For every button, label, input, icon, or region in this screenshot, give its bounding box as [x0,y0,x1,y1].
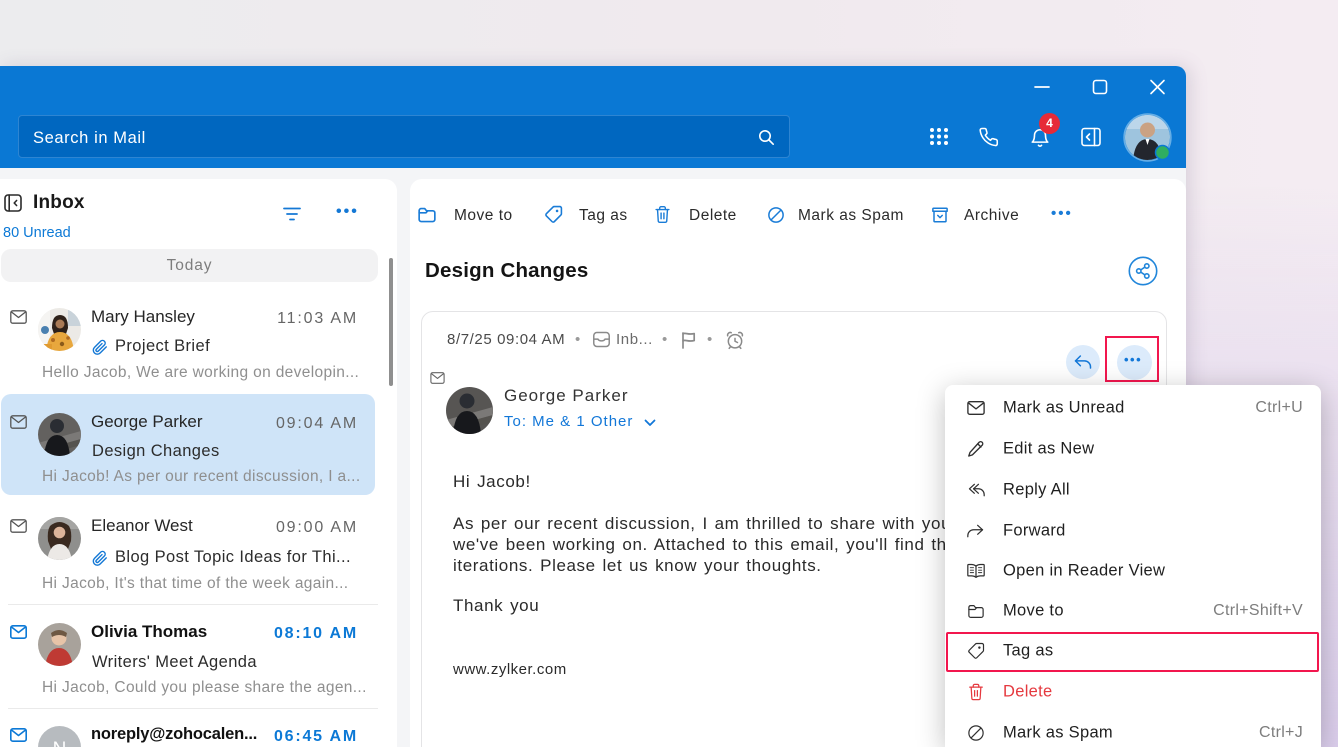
svg-text:N: N [53,739,67,747]
